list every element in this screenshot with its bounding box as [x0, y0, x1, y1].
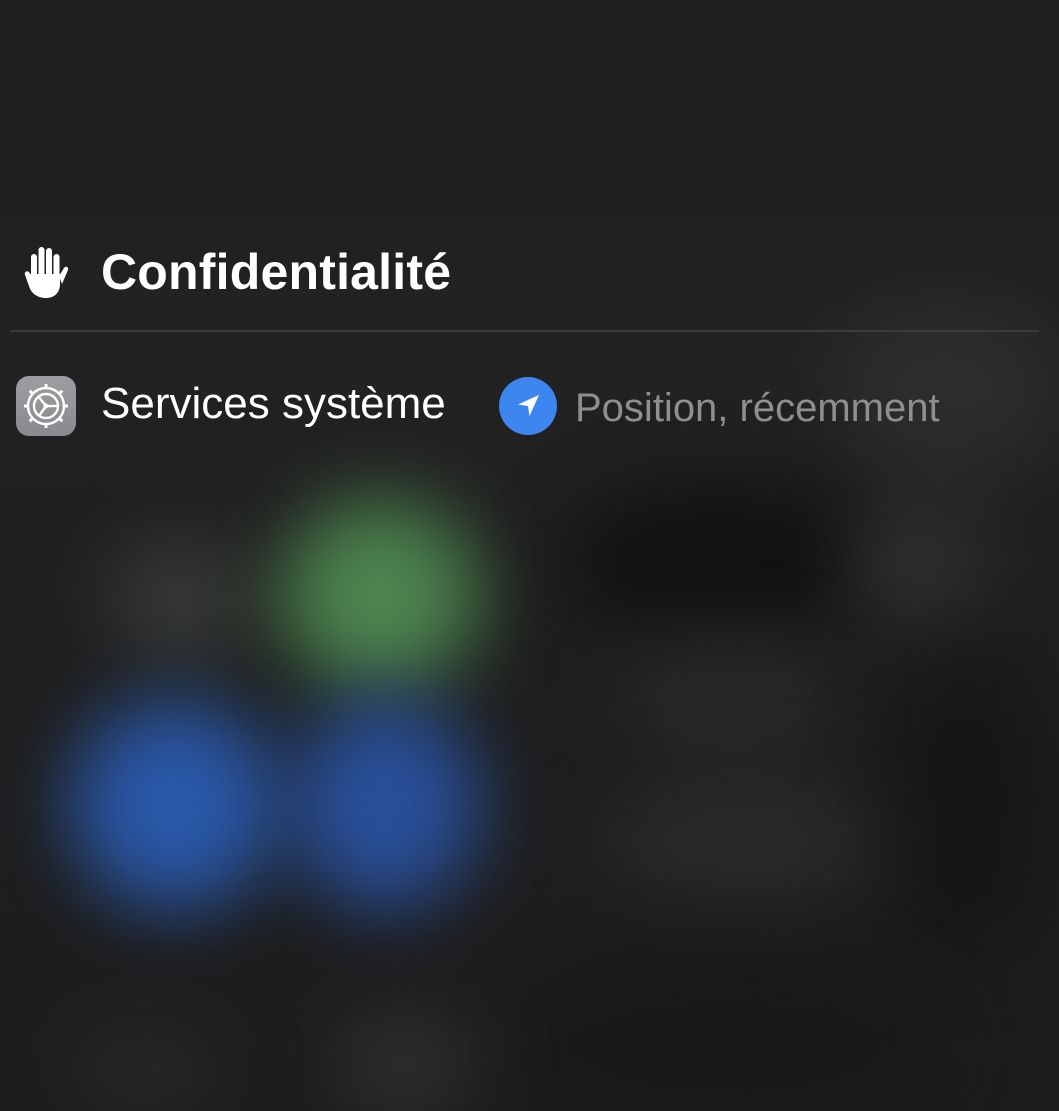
background-blur — [330, 1010, 480, 1111]
privacy-notification-screen: Confidentialité Services système Positio… — [0, 0, 1059, 1111]
privacy-access-row[interactable]: Services système Position, récemment — [0, 370, 1059, 442]
location-arrow-icon — [499, 377, 557, 435]
background-blur — [620, 640, 840, 750]
access-status-text: Position, récemment — [575, 386, 940, 430]
hand-raised-icon — [22, 244, 70, 300]
background-blur — [850, 500, 980, 630]
background-blur — [560, 480, 880, 640]
background-blur — [110, 540, 250, 660]
section-title: Confidentialité — [101, 244, 452, 300]
background-blur — [60, 1020, 230, 1111]
background-blur — [600, 780, 900, 900]
background-blur — [70, 700, 280, 910]
settings-gear-icon — [16, 376, 76, 436]
app-name-label: Services système — [101, 379, 446, 428]
divider — [10, 330, 1039, 332]
privacy-header: Confidentialité — [0, 236, 1059, 306]
background-blur — [280, 500, 480, 690]
background-blur — [880, 640, 1050, 960]
background-blur — [520, 960, 940, 1111]
background-blur — [290, 700, 480, 910]
